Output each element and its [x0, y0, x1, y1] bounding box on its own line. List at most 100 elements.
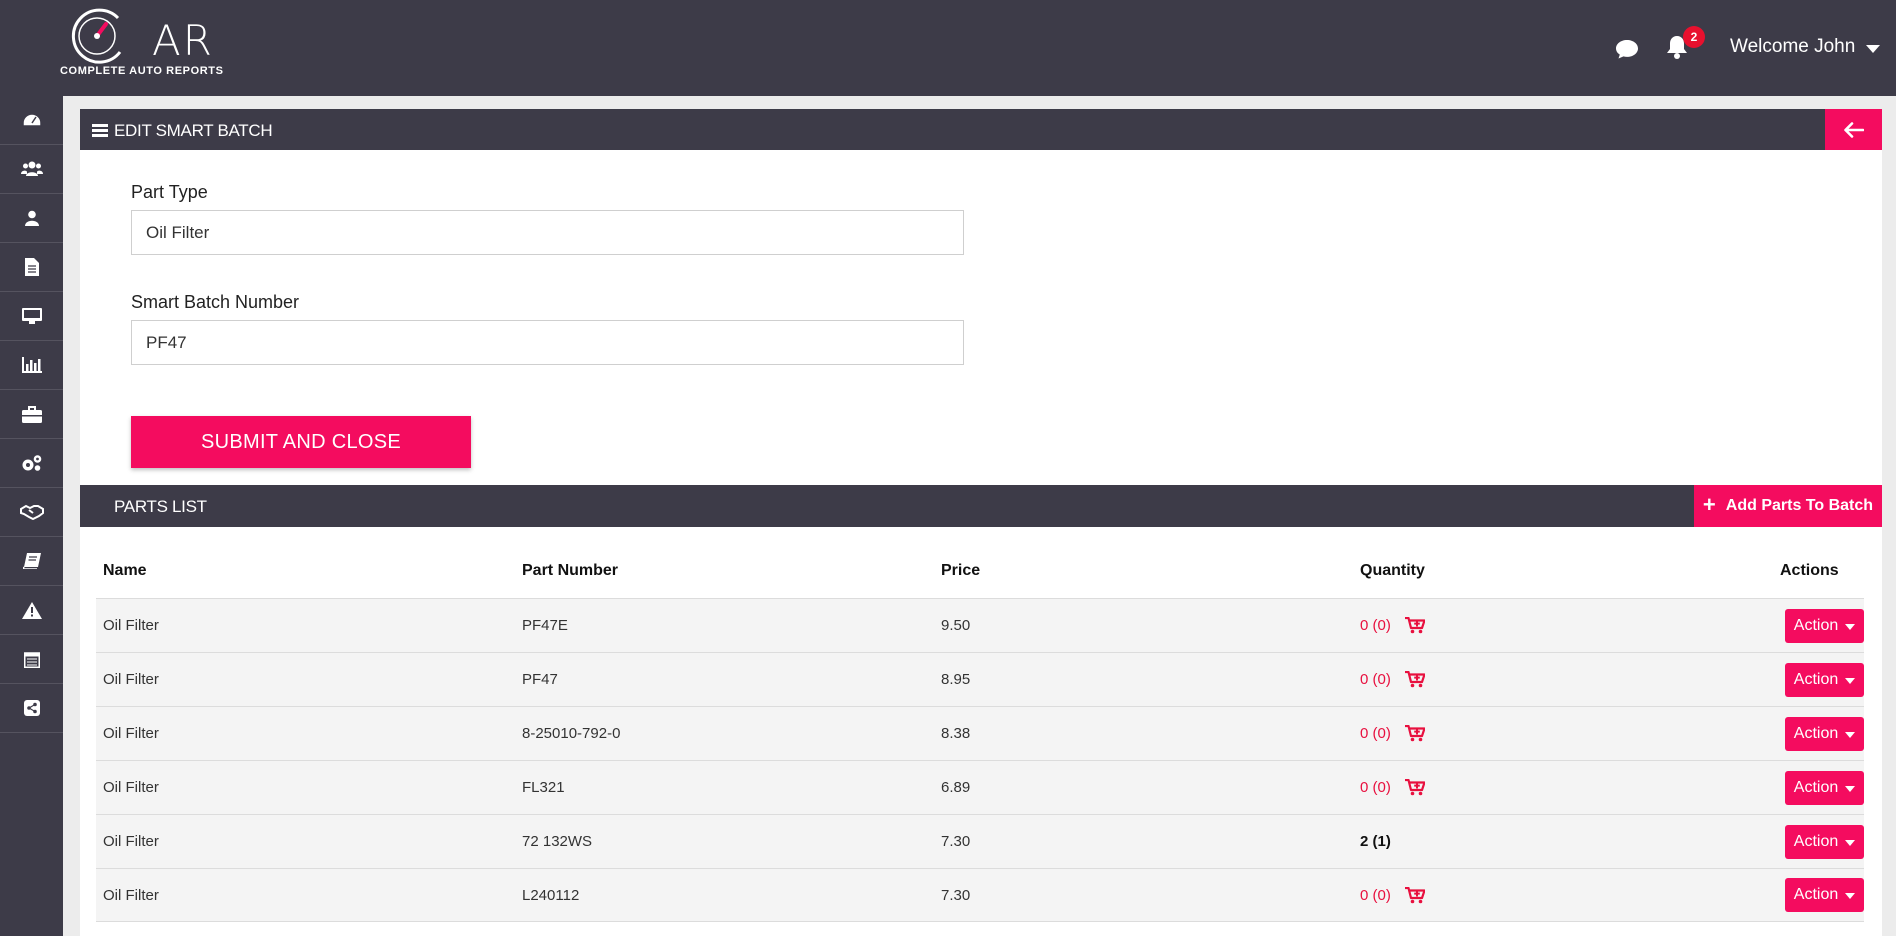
- cell-price: 7.30: [941, 833, 971, 850]
- action-dropdown-button[interactable]: Action: [1785, 716, 1864, 751]
- sidebar-item-monitor[interactable]: [0, 292, 63, 341]
- user-menu-label[interactable]: Welcome John: [1730, 36, 1855, 58]
- edit-batch-title: EDIT SMART BATCH: [114, 121, 273, 140]
- action-label: Action: [1793, 832, 1839, 850]
- action-label: Action: [1793, 724, 1839, 742]
- parts-list-title: PARTS LIST: [114, 497, 207, 516]
- cell-part-number: PF47: [522, 671, 558, 688]
- sidebar: [0, 96, 63, 936]
- cell-price: 8.38: [941, 725, 971, 742]
- caret-down-icon: [1845, 893, 1856, 899]
- add-parts-to-batch-button[interactable]: + Add Parts To Batch: [1694, 485, 1882, 527]
- batch-number-input[interactable]: PF47: [131, 320, 964, 365]
- quantity-value: 0 (0): [1360, 886, 1391, 904]
- table-row: Oil Filter PF47 8.95 0 (0) Action: [96, 652, 1864, 706]
- table-body: Oil Filter PF47E 9.50 0 (0) Action Oil Filter…: [96, 598, 1864, 922]
- table-row: Oil Filter 8-25010-792-0 8.38 0 (0) Action: [96, 706, 1864, 760]
- sidebar-item-manuals[interactable]: [0, 537, 63, 586]
- column-actions: Actions: [1780, 561, 1839, 579]
- cell-name: Oil Filter: [103, 779, 159, 796]
- chat-icon[interactable]: [1615, 38, 1639, 65]
- cell-price: 8.95: [941, 671, 971, 688]
- sidebar-item-documents[interactable]: [0, 243, 63, 292]
- sidebar-item-alerts[interactable]: [0, 586, 63, 635]
- calendar-icon: [23, 651, 40, 668]
- action-dropdown-button[interactable]: Action: [1785, 608, 1864, 643]
- cell-price: 6.89: [941, 779, 971, 796]
- caret-down-icon: [1845, 785, 1856, 792]
- parts-list-panel: Name Part Number Price Quantity Actions …: [80, 527, 1882, 936]
- cell-actions: Action: [1772, 878, 1864, 912]
- cell-quantity: 0 (0): [1353, 671, 1772, 688]
- sidebar-item-calendar[interactable]: [0, 635, 63, 684]
- cart-plus-icon[interactable]: [1404, 671, 1425, 688]
- sidebar-item-partners[interactable]: [0, 488, 63, 537]
- sidebar-item-dashboard[interactable]: [0, 96, 63, 145]
- cell-part-number: FL321: [522, 779, 565, 796]
- action-label: Action: [1793, 616, 1839, 634]
- part-type-label: Part Type: [131, 182, 208, 202]
- sidebar-item-reports[interactable]: [0, 341, 63, 390]
- cell-name: Oil Filter: [103, 671, 159, 688]
- action-label: Action: [1793, 670, 1839, 688]
- caret-down-icon: [1845, 677, 1856, 684]
- cell-price: 7.30: [941, 886, 971, 904]
- cell-part-number: L240112: [522, 886, 580, 904]
- action-dropdown-button[interactable]: Action: [1785, 824, 1864, 859]
- cart-plus-icon[interactable]: [1404, 725, 1425, 742]
- cell-name: Oil Filter: [103, 617, 159, 634]
- quantity-value: 2 (1): [1360, 833, 1391, 850]
- logo-word: AR: [152, 16, 214, 65]
- quantity-value: 0 (0): [1360, 725, 1391, 742]
- user-icon: [24, 210, 39, 226]
- column-name[interactable]: Name: [96, 562, 515, 580]
- action-dropdown-button[interactable]: Action: [1785, 770, 1864, 805]
- edit-batch-header: EDIT SMART BATCH: [80, 109, 1882, 151]
- action-dropdown-button[interactable]: Action: [1785, 662, 1864, 697]
- part-type-input[interactable]: Oil Filter: [131, 210, 964, 255]
- table-row: Oil Filter 72 132WS 7.30 2 (1) Action: [96, 814, 1864, 868]
- edit-batch-form: Part Type Oil Filter Smart Batch Number …: [80, 150, 1882, 485]
- sidebar-item-users[interactable]: [0, 145, 63, 194]
- notifications-bell[interactable]: 2: [1665, 26, 1705, 64]
- cell-actions: Action: [1772, 824, 1864, 859]
- quantity-value: 0 (0): [1360, 671, 1391, 688]
- top-bar: AR COMPLETE AUTO REPORTS 2 Welcome John: [0, 0, 1896, 96]
- cart-plus-icon[interactable]: [1404, 779, 1425, 796]
- back-button[interactable]: [1825, 109, 1882, 151]
- cell-price: 9.50: [941, 617, 971, 634]
- chevron-down-icon[interactable]: [1866, 45, 1880, 53]
- sidebar-item-share[interactable]: [0, 684, 63, 733]
- gauge-logo-icon: [71, 8, 122, 64]
- table-row: Oil Filter L240112 7.30 0 (0) Action: [96, 868, 1864, 922]
- column-price[interactable]: Price: [934, 562, 1353, 580]
- sidebar-item-settings[interactable]: [0, 439, 63, 488]
- logo[interactable]: AR COMPLETE AUTO REPORTS: [58, 8, 238, 80]
- table-row: Oil Filter PF47E 9.50 0 (0) Action: [96, 598, 1864, 652]
- notification-badge: 2: [1683, 26, 1705, 48]
- action-label: Action: [1793, 778, 1839, 796]
- warning-icon: [21, 601, 42, 619]
- cart-plus-icon[interactable]: [1404, 617, 1425, 634]
- action-dropdown-button[interactable]: Action: [1785, 878, 1864, 912]
- quantity-value: 0 (0): [1360, 617, 1391, 634]
- cell-quantity: 0 (0): [1353, 779, 1772, 796]
- menu-icon[interactable]: [92, 124, 108, 137]
- column-quantity[interactable]: Quantity: [1353, 562, 1772, 580]
- logo-subtitle: COMPLETE AUTO REPORTS: [60, 65, 224, 77]
- submit-and-close-button[interactable]: SUBMIT AND CLOSE: [131, 416, 471, 468]
- plus-icon: +: [1702, 492, 1716, 517]
- caret-down-icon: [1845, 839, 1856, 846]
- cell-actions: Action: [1772, 608, 1864, 643]
- table-header: Name Part Number Price Quantity Actions: [96, 543, 1864, 598]
- book-icon: [22, 553, 41, 569]
- sidebar-item-profile[interactable]: [0, 194, 63, 243]
- share-icon: [23, 700, 40, 716]
- document-icon: [24, 258, 39, 276]
- batch-number-label: Smart Batch Number: [131, 292, 300, 312]
- cart-plus-icon[interactable]: [1404, 886, 1425, 904]
- column-part-number[interactable]: Part Number: [515, 562, 934, 580]
- sidebar-item-jobs[interactable]: [0, 390, 63, 439]
- cell-quantity: 2 (1): [1353, 833, 1772, 850]
- cell-actions: Action: [1772, 716, 1864, 751]
